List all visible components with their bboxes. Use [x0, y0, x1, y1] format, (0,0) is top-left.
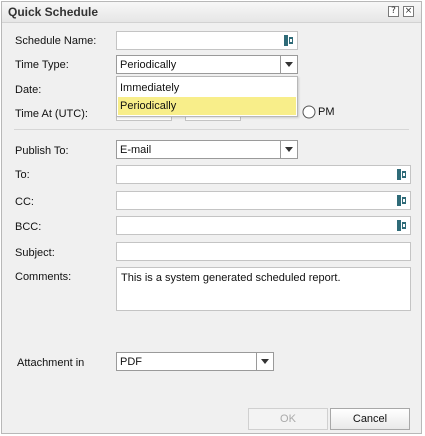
- subject-input[interactable]: [116, 242, 411, 261]
- publish-to-label: Publish To:: [15, 145, 69, 157]
- comments-textarea[interactable]: This is a system generated scheduled rep…: [116, 267, 411, 311]
- option-immediately[interactable]: Immediately: [118, 79, 296, 97]
- attachment-label: Attachment in: [17, 357, 85, 369]
- cc-input[interactable]: [116, 191, 411, 210]
- publish-to-select[interactable]: E-mail: [116, 140, 298, 159]
- attachment-value: PDF: [120, 356, 142, 368]
- address-book-icon[interactable]: [397, 220, 407, 231]
- address-book-icon[interactable]: [397, 195, 407, 206]
- publish-to-value: E-mail: [120, 144, 152, 156]
- attachment-select[interactable]: PDF: [116, 352, 274, 371]
- picker-icon[interactable]: [284, 35, 294, 46]
- time-type-dropdown-list: Immediately Periodically: [116, 76, 298, 117]
- chevron-down-icon[interactable]: [280, 141, 297, 158]
- pm-label: PM: [318, 106, 335, 118]
- help-button[interactable]: ?: [388, 6, 399, 17]
- bcc-input[interactable]: [116, 216, 411, 235]
- subject-label: Subject:: [15, 247, 55, 259]
- quick-schedule-dialog: Quick Schedule ? × Schedule Name: Time T…: [1, 1, 422, 434]
- time-type-select[interactable]: Periodically: [116, 55, 298, 74]
- to-label: To:: [15, 169, 30, 181]
- time-type-label: Time Type:: [15, 59, 69, 71]
- ok-button[interactable]: OK: [248, 408, 328, 430]
- close-button[interactable]: ×: [403, 6, 414, 17]
- date-label: Date:: [15, 84, 42, 96]
- option-periodically[interactable]: Periodically: [118, 97, 296, 115]
- bcc-label: BCC:: [15, 221, 42, 233]
- cancel-button[interactable]: Cancel: [330, 408, 410, 430]
- section-divider: [14, 129, 409, 130]
- dialog-titlebar: Quick Schedule ? ×: [2, 2, 421, 23]
- cc-label: CC:: [15, 196, 34, 208]
- time-at-label: Time At (UTC):: [15, 108, 88, 120]
- schedule-name-input[interactable]: [116, 31, 298, 50]
- dialog-title: Quick Schedule: [8, 5, 99, 19]
- time-type-value: Periodically: [120, 59, 177, 71]
- pm-radio[interactable]: [302, 105, 316, 119]
- comments-label: Comments:: [15, 271, 72, 283]
- schedule-name-label: Schedule Name:: [15, 35, 97, 47]
- chevron-down-icon[interactable]: [280, 56, 297, 73]
- address-book-icon[interactable]: [397, 169, 407, 180]
- to-input[interactable]: [116, 165, 411, 184]
- chevron-down-icon[interactable]: [256, 353, 273, 370]
